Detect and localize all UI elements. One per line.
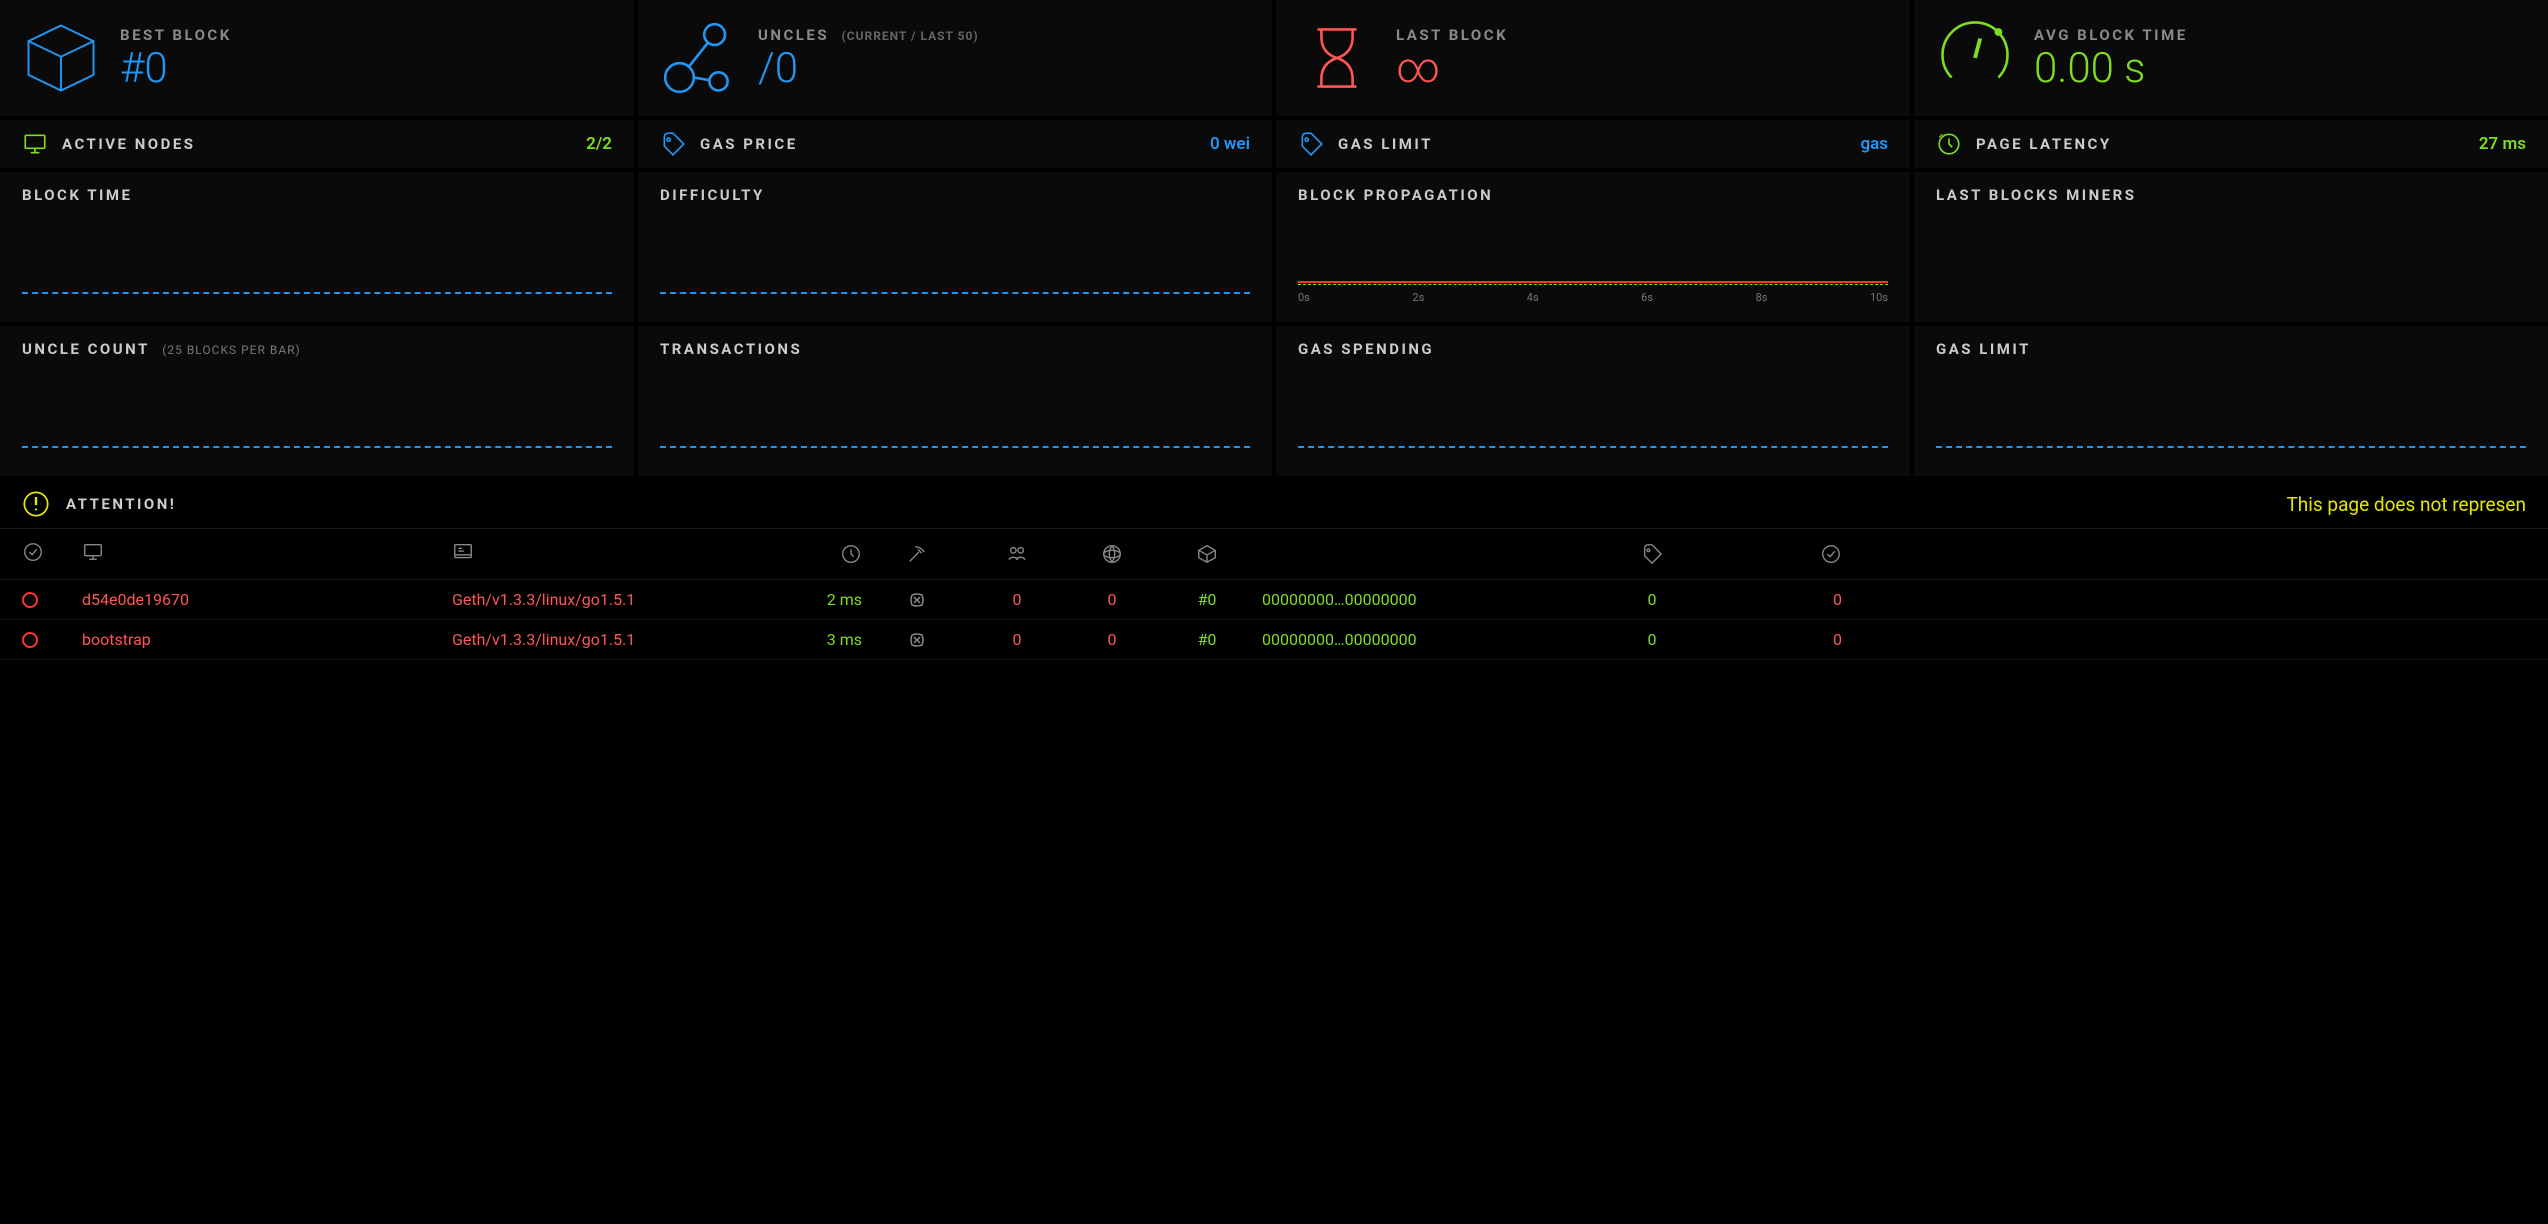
sparkline (660, 292, 1250, 294)
node-peers: 0 (972, 630, 1062, 649)
col-latency-icon[interactable] (732, 543, 862, 565)
active-nodes-value: 2/2 (586, 134, 612, 154)
chart-label: TRANSACTIONS (660, 340, 1250, 358)
node-uncles: 0 (1762, 590, 1842, 609)
node-client: Geth/v1.3.3/linux/go1.5.1 (452, 590, 722, 609)
node-latency: 2 ms (732, 590, 862, 609)
gas-price-stat: GAS PRICE 0 wei (638, 120, 1272, 168)
last-block-value: ∞ (1396, 48, 1508, 90)
best-block-label: BEST BLOCK (120, 26, 232, 44)
node-hash: 00000000…00000000 (1262, 590, 1542, 609)
last-block-label: LAST BLOCK (1396, 26, 1508, 44)
difficulty-chart: DIFFICULTY (638, 172, 1272, 322)
last-block-card: LAST BLOCK ∞ (1276, 0, 1910, 116)
block-propagation-chart: BLOCK PROPAGATION 0s2s4s6s8s10s (1276, 172, 1910, 322)
block-time-chart: BLOCK TIME (0, 172, 634, 322)
node-block: #0 (1162, 590, 1252, 609)
col-pending-icon[interactable] (1072, 543, 1152, 565)
mining-status (872, 592, 962, 608)
best-block-value: #0 (120, 48, 232, 90)
attention-bar: ATTENTION! This page does not represen (0, 480, 2548, 528)
node-peers: 0 (972, 590, 1062, 609)
status-dot (22, 592, 72, 608)
transactions-chart: TRANSACTIONS (638, 326, 1272, 476)
gas-price-label: GAS PRICE (700, 135, 1210, 153)
gas-price-value: 0 wei (1210, 134, 1250, 154)
attention-label: ATTENTION! (66, 495, 176, 513)
clock-icon (1936, 131, 1962, 157)
status-dot (22, 632, 72, 648)
uncle-count-chart: UNCLE COUNT (25 BLOCKS PER BAR) (0, 326, 634, 476)
chart-label: BLOCK PROPAGATION (1298, 186, 1888, 204)
avg-block-value: 0.00 s (2034, 48, 2188, 90)
col-client-icon[interactable] (452, 541, 722, 567)
node-block: #0 (1162, 630, 1252, 649)
gas-limit-stat: GAS LIMIT gas (1276, 120, 1910, 168)
mining-status (872, 632, 962, 648)
prop-axis: 0s2s4s6s8s10s (1298, 291, 1888, 304)
node-name: d54e0de19670 (82, 590, 442, 609)
gas-spending-chart: GAS SPENDING (1276, 326, 1910, 476)
prop-red-line (1298, 281, 1888, 283)
active-nodes-label: ACTIVE NODES (62, 135, 586, 153)
page-latency-value: 27 ms (2479, 134, 2526, 154)
sparkline (660, 446, 1250, 448)
chart-label: LAST BLOCKS MINERS (1936, 186, 2526, 204)
node-name: bootstrap (82, 630, 442, 649)
node-client: Geth/v1.3.3/linux/go1.5.1 (452, 630, 722, 649)
sparkline (1936, 446, 2526, 448)
table-row[interactable]: bootstrapGeth/v1.3.3/linux/go1.5.13 ms00… (0, 620, 2548, 660)
hourglass-icon (1298, 19, 1376, 97)
tag-icon (1298, 131, 1324, 157)
sparkline (22, 446, 612, 448)
gas-limit-chart: GAS LIMIT (1914, 326, 2548, 476)
chart-label: GAS LIMIT (1936, 340, 2526, 358)
chart-label: BLOCK TIME (22, 186, 612, 204)
avg-block-time-card: AVG BLOCK TIME 0.00 s (1914, 0, 2548, 116)
col-status-icon[interactable] (22, 541, 72, 567)
node-pending: 0 (1072, 630, 1152, 649)
chart-label: GAS SPENDING (1298, 340, 1888, 358)
col-peers-icon[interactable] (972, 543, 1062, 565)
last-miners-chart: LAST BLOCKS MINERS (1914, 172, 2548, 322)
active-nodes-stat: ACTIVE NODES 2/2 (0, 120, 634, 168)
gas-limit-value: gas (1860, 134, 1888, 154)
col-uncles-icon[interactable] (1762, 543, 1842, 565)
best-block-card: BEST BLOCK #0 (0, 0, 634, 116)
sparkline (22, 292, 612, 294)
node-latency: 3 ms (732, 630, 862, 649)
node-hash: 00000000…00000000 (1262, 630, 1542, 649)
node-txs: 0 (1552, 630, 1752, 649)
uncles-card: UNCLES (CURRENT / LAST 50) /0 (638, 0, 1272, 116)
cube-icon (22, 19, 100, 97)
node-table-header (0, 528, 2548, 580)
table-row[interactable]: d54e0de19670 Geth/v1.3.3/linux/go1.5.1 2 m… (0, 580, 2548, 620)
chart-label: DIFFICULTY (660, 186, 1250, 204)
node-pending: 0 (1072, 590, 1152, 609)
gas-limit-label: GAS LIMIT (1338, 135, 1860, 153)
avg-block-label: AVG BLOCK TIME (2034, 26, 2188, 44)
uncles-label: UNCLES (CURRENT / LAST 50) (758, 26, 979, 44)
col-mining-icon[interactable] (872, 543, 962, 565)
gauge-icon (1936, 19, 2014, 97)
uncles-icon (660, 19, 738, 97)
col-txs-icon[interactable] (1552, 543, 1752, 565)
node-uncles: 0 (1762, 630, 1842, 649)
attention-msg: This page does not represen (2286, 493, 2526, 516)
uncles-value: /0 (758, 48, 979, 90)
page-latency-stat: PAGE LATENCY 27 ms (1914, 120, 2548, 168)
chart-label: UNCLE COUNT (25 BLOCKS PER BAR) (22, 340, 612, 358)
node-txs: 0 (1552, 590, 1752, 609)
col-node-icon[interactable] (82, 541, 442, 567)
nodes-icon (22, 131, 48, 157)
sparkline (1298, 446, 1888, 448)
tag-icon (660, 131, 686, 157)
page-latency-label: PAGE LATENCY (1976, 135, 2479, 153)
alert-icon (22, 490, 50, 518)
prop-green-dash (1298, 284, 1888, 285)
col-block-icon[interactable] (1162, 543, 1252, 565)
